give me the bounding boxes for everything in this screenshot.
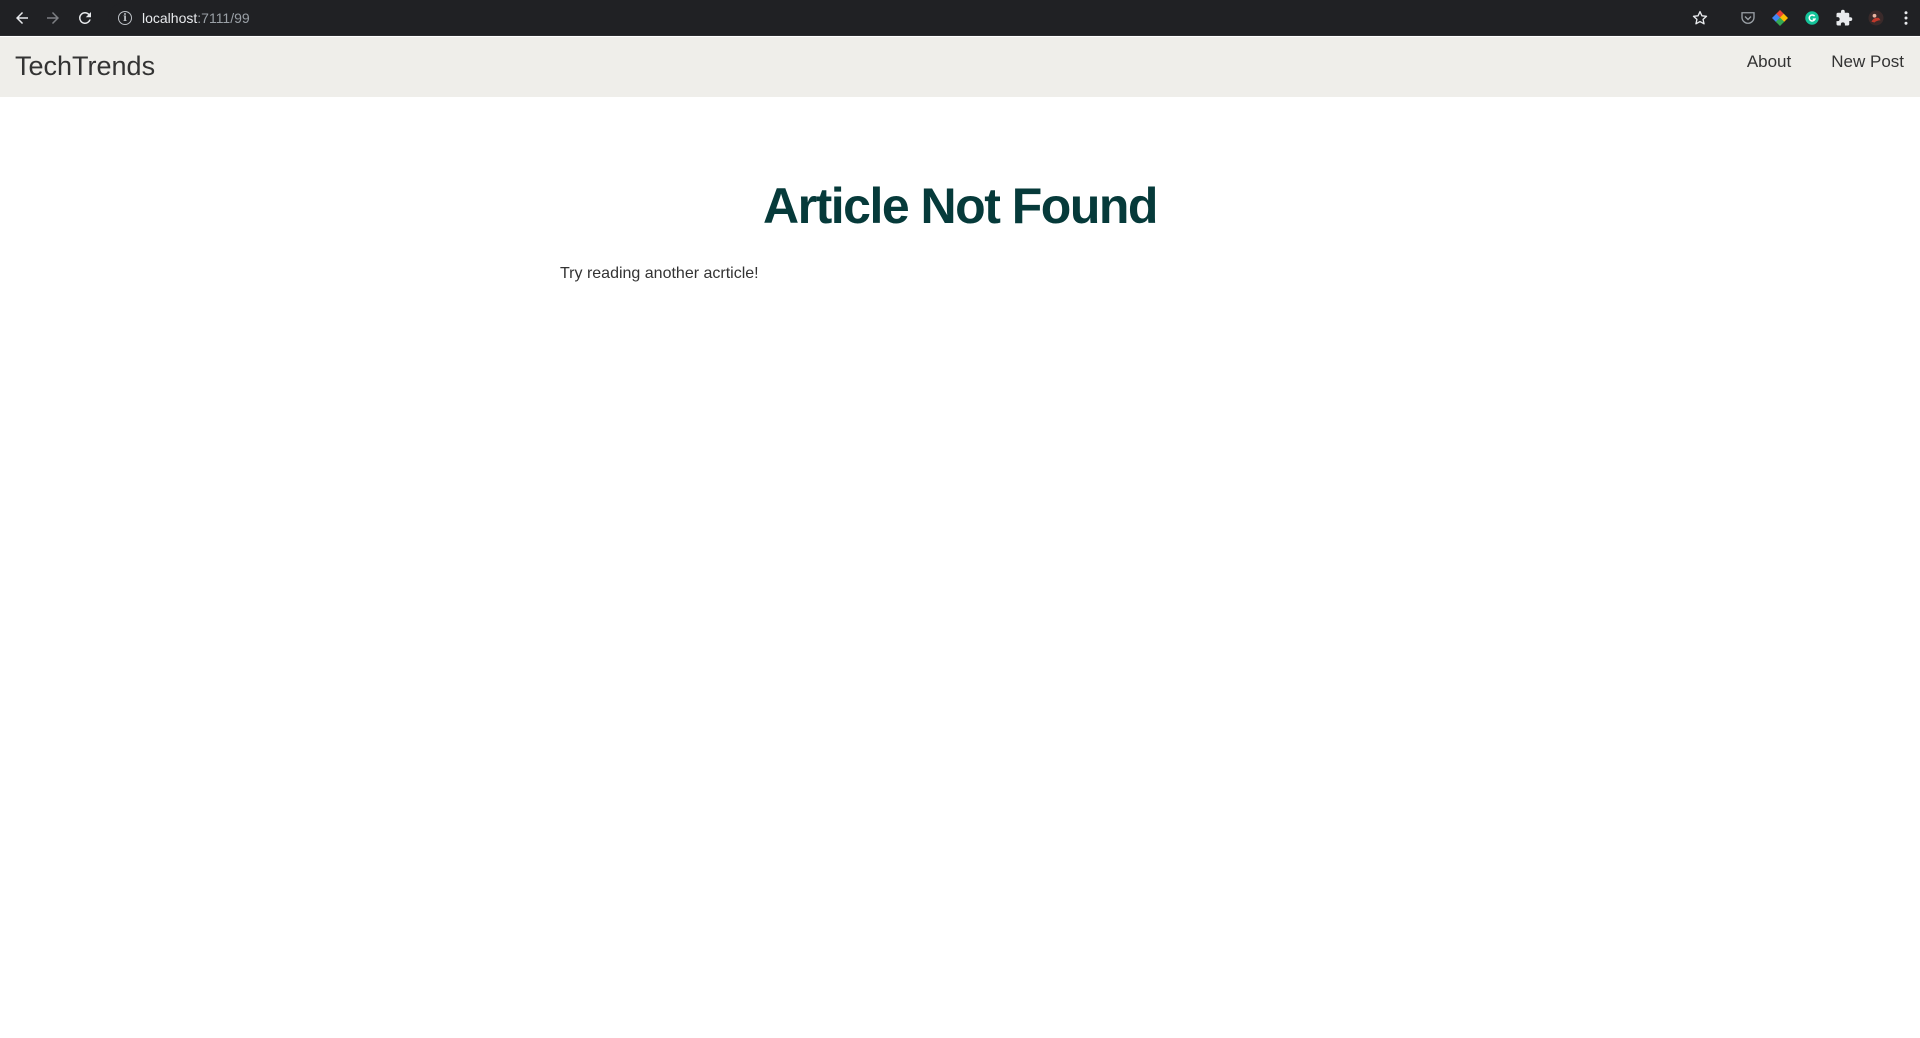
reload-icon: [78, 11, 91, 24]
star-icon: [1692, 10, 1708, 25]
pocket-icon: [1741, 12, 1755, 24]
color-picker-button[interactable]: [1764, 0, 1796, 36]
avatar: [1868, 10, 1884, 26]
site-navbar: TechTrends About New Post: [0, 37, 1920, 97]
back-arrow-icon: [16, 11, 28, 24]
bookmark-button[interactable]: [1684, 0, 1716, 36]
puzzle-icon: [1836, 9, 1853, 26]
nav-link-about[interactable]: About: [1727, 52, 1811, 72]
main-content: Article Not Found Try reading another ac…: [560, 97, 1360, 283]
profile-button[interactable]: [1860, 0, 1892, 36]
nav-links: About New Post: [1727, 37, 1920, 87]
grammarly-icon: [1805, 11, 1819, 25]
browser-menu-button[interactable]: [1892, 0, 1920, 36]
info-icon[interactable]: i: [118, 11, 132, 25]
url-host: localhost: [142, 10, 198, 26]
url-path: :7111/99: [197, 10, 250, 26]
nav-link-new-post[interactable]: New Post: [1811, 52, 1920, 72]
browser-toolbar: i localhost:7111/99: [0, 0, 1920, 36]
color-picker-icon: [1772, 10, 1788, 26]
brand-link[interactable]: TechTrends: [15, 51, 155, 82]
pocket-button[interactable]: [1732, 0, 1764, 36]
address-bar[interactable]: i localhost:7111/99: [108, 3, 1704, 33]
forward-arrow-icon: [47, 11, 59, 24]
forward-button[interactable]: [37, 0, 69, 36]
extensions-button[interactable]: [1828, 0, 1860, 36]
reload-button[interactable]: [69, 0, 101, 36]
back-button[interactable]: [6, 0, 38, 36]
kebab-menu-icon: [1904, 11, 1908, 25]
browser-actions: [1684, 0, 1920, 36]
not-found-message: Try reading another acrticle!: [560, 265, 759, 282]
page-title: Article Not Found: [763, 178, 1158, 234]
grammarly-button[interactable]: [1796, 0, 1828, 36]
